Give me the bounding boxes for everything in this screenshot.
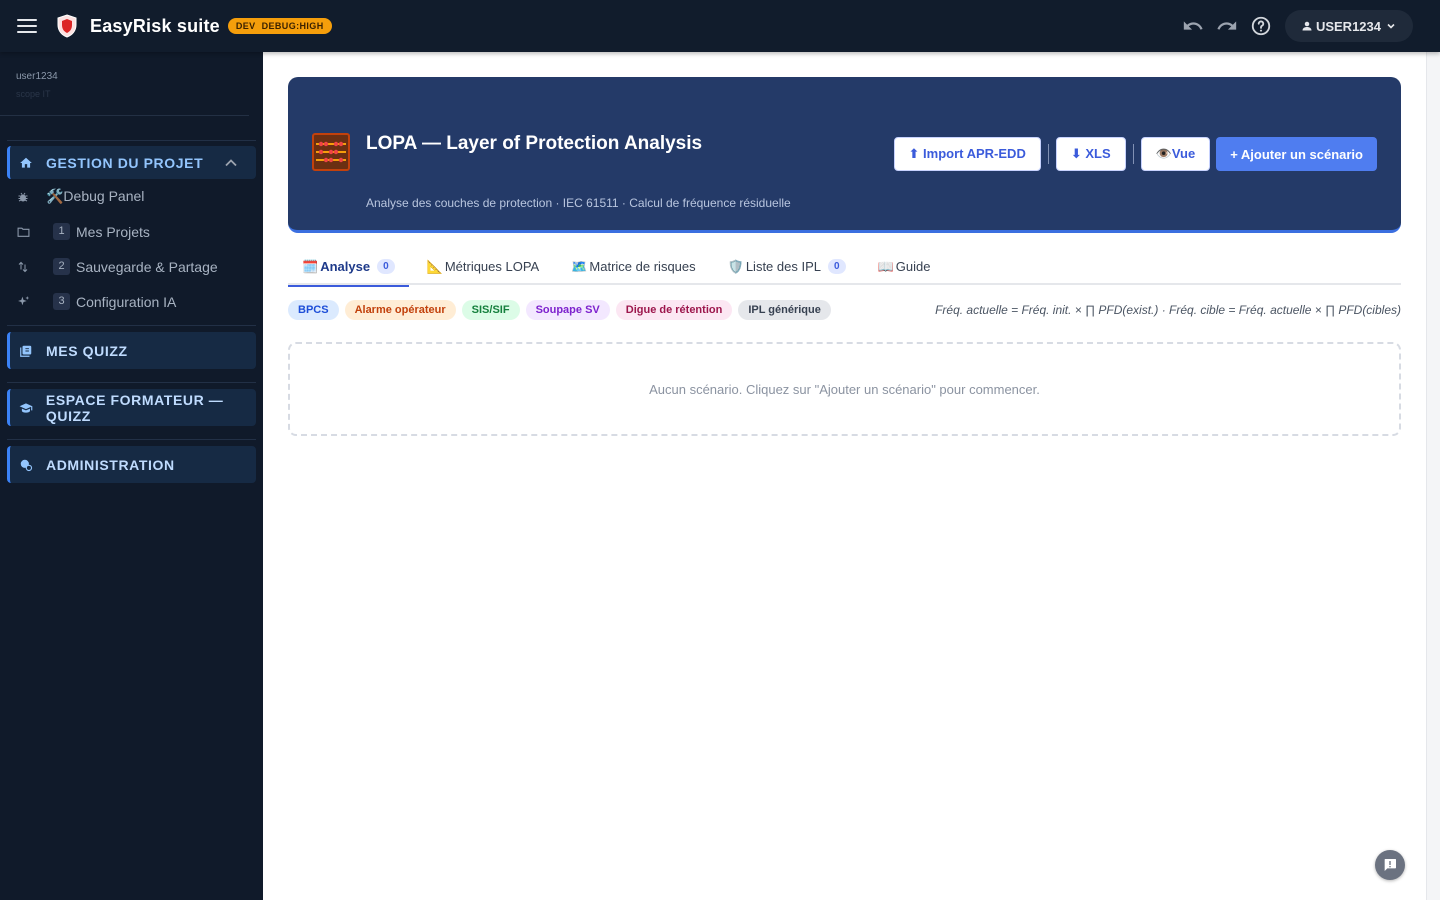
add-scenario-button[interactable]: + Ajouter un scénario [1216,137,1377,171]
swap-icon [16,261,30,273]
shield-icon: 🛡️ [727,258,744,274]
user-menu-button[interactable]: USER1234 [1284,10,1413,42]
section-label: MES QUIZZ [46,342,128,359]
import-apr-edd-button[interactable]: ⬆ Import APR-EDD [893,137,1041,171]
lopa-header-card: LOPA — Layer of Protection Analysis Anal… [288,77,1401,233]
ipl-chip: IPL générique [738,300,831,320]
app-title: EasyRisk suite [90,15,220,36]
main-content: LOPA — Layer of Protection Analysis Anal… [263,52,1426,900]
sidebar-item-label: 🛠️Debug Panel [46,188,145,204]
ruler-icon: 📐 [426,258,443,274]
tab-guide[interactable]: 📖 Guide [864,248,945,285]
tab-label: Métriques LOPA [444,259,540,274]
quizz-section: MES QUIZZ [7,325,256,369]
admin-section: ADMINISTRATION [7,439,256,483]
scrollbar[interactable] [1426,52,1440,900]
top-app-bar: EasyRisk suite DEV DEBUG:HIGH USER1234 [0,0,1440,52]
map-icon: 🗺️ [571,258,588,274]
section-label: GESTION DU PROJET [46,154,204,171]
ipl-type-legend: BPCS Alarme opérateur SIS/SIF Soupape SV Dig… [288,300,831,320]
folder-icon [16,226,30,238]
ipl-chip: BPCS [288,300,339,320]
section-label: ADMINISTRATION [46,456,175,473]
tab-analyse[interactable]: 🗓️ Analyse 0 [288,248,409,287]
sidebar-item-mes-projets[interactable]: 1 Mes Projets [7,214,256,249]
calendar-icon: 🗓️ [302,258,319,274]
empty-scenarios-state: Aucun scénario. Cliquez sur "Ajouter un … [288,342,1401,436]
view-button[interactable]: 👁️Vue [1140,137,1211,171]
book-icon: 📖 [877,258,894,274]
feedback-button[interactable] [1375,850,1405,880]
section-label: ESPACE FORMATEUR — QUIZZ [45,391,224,424]
sidebar-item-label: Sauvegarde & Partage [76,258,218,275]
bug-icon [16,191,30,203]
section-espace-formateur[interactable]: ESPACE FORMATEUR — QUIZZ [7,389,256,426]
tab-bar: 🗓️ Analyse 0 📐 Métriques LOPA 🗺️ Matrice… [288,248,1401,287]
feedback-icon [1384,859,1396,871]
section-gestion-projet[interactable]: GESTION DU PROJET [7,146,256,179]
tab-matrice-risques[interactable]: 🗺️ Matrice de risques [557,248,709,285]
env-badge: DEV DEBUG:HIGH [227,18,332,34]
frequency-formula: Fréq. actuelle = Fréq. init. × ∏ PFD(exi… [935,303,1401,317]
admin-icon [20,459,33,471]
env-label: DEV [235,21,256,31]
sidebar-item-label: Configuration IA [76,293,177,310]
user-label: USER1234 [1315,18,1381,34]
ipl-chip: Alarme opérateur [344,300,456,320]
tab-metriques-lopa[interactable]: 📐 Métriques LOPA [413,248,554,285]
item-number: 3 [53,293,70,310]
section-administration[interactable]: ADMINISTRATION [7,446,256,483]
chevron-up-icon[interactable] [224,156,238,170]
item-number: 1 [53,223,70,240]
sidebar-user-info: user1234 scope IT [0,52,249,116]
sidebar-item-debug-panel[interactable]: 🛠️Debug Panel [7,179,256,214]
export-xls-button[interactable]: ⬇ XLS [1055,137,1126,171]
ipl-chip: Digue de rétention [615,300,733,320]
help-icon[interactable] [1249,14,1273,38]
person-icon [1302,21,1312,31]
sidebar-user-scope: scope IT [16,89,51,99]
sidebar-item-configuration-ia[interactable]: 3 Configuration IA [7,284,256,319]
menu-icon[interactable] [17,14,41,38]
sidebar: user1234 scope IT GESTION DU PROJET 🛠️De… [0,52,263,900]
tab-count-badge: 0 [377,259,395,274]
sidebar-username: user1234 [16,71,58,82]
header-actions: ⬆ Import APR-EDD ⬇ XLS 👁️Vue + Ajouter u… [893,137,1377,171]
tab-label: Analyse [320,259,371,274]
tab-count-badge: 0 [827,259,846,274]
item-number: 2 [53,258,70,275]
tab-label: Guide [895,259,931,274]
undo-icon[interactable] [1181,14,1205,38]
divider [1132,144,1134,164]
sidebar-item-sauvegarde[interactable]: 2 Sauvegarde & Partage [7,249,256,284]
page-title: LOPA — Layer of Protection Analysis [366,133,703,154]
debug-label: DEBUG:HIGH [261,21,324,31]
trainer-section: ESPACE FORMATEUR — QUIZZ [7,382,256,426]
project-section: GESTION DU PROJET 🛠️Debug Panel 1 Mes Pr… [7,140,256,319]
sparkle-icon [16,295,30,308]
abacus-icon [312,133,350,171]
graduation-icon [19,402,33,413]
redo-icon[interactable] [1215,14,1239,38]
shield-logo-icon [57,14,77,38]
sidebar-item-label: Mes Projets [76,223,150,240]
home-icon [20,157,32,168]
ipl-chip: SIS/SIF [461,300,520,320]
ipl-chip: Soupape SV [525,300,610,320]
page-subtitle: Analyse des couches de protection · IEC … [366,196,791,210]
chevron-down-icon [1387,23,1395,29]
divider [1047,144,1049,164]
section-mes-quizz[interactable]: MES QUIZZ [7,332,256,369]
tab-liste-ipl[interactable]: 🛡️ Liste des IPL 0 [714,248,860,285]
quiz-icon [20,345,32,357]
tab-label: Liste des IPL [745,259,821,274]
tab-label: Matrice de risques [589,259,696,274]
